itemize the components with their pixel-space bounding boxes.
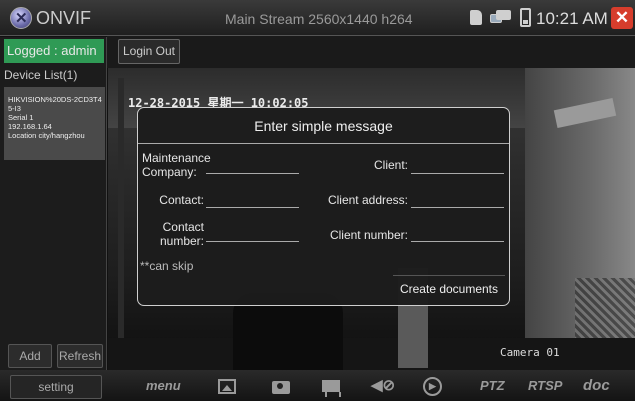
ptz-button[interactable]: PTZ xyxy=(480,376,505,396)
sd-card-icon xyxy=(470,10,482,25)
contact-input[interactable] xyxy=(206,192,299,208)
app-title: ONVIF xyxy=(36,8,92,28)
client-input[interactable] xyxy=(411,158,504,174)
add-button[interactable]: Add xyxy=(8,344,52,368)
client-address-label: Client address: xyxy=(327,193,408,207)
video-beam xyxy=(118,78,124,368)
menu-button[interactable]: menu xyxy=(146,376,181,396)
contact-label: Contact: xyxy=(159,193,204,207)
close-button[interactable]: ✕ xyxy=(611,7,633,29)
device-location: Location city/hangzhou xyxy=(8,131,85,140)
rtsp-button[interactable]: RTSP xyxy=(528,376,562,396)
top-bar: ONVIF Main Stream 2560x1440 h264 10:21 A… xyxy=(0,0,635,36)
osd-camera-label: Camera 01 xyxy=(500,346,560,359)
clock: 10:21 AM xyxy=(536,9,608,28)
login-out-button[interactable]: Login Out xyxy=(118,39,180,64)
simple-message-dialog: Enter simple message Maintenance Company… xyxy=(137,107,510,306)
bottom-bar: setting menu ◀⊘ ▶ PTZ RTSP doc xyxy=(0,370,635,401)
record-icon[interactable] xyxy=(322,380,341,397)
maintenance-company-input[interactable] xyxy=(206,158,299,174)
client-number-label: Client number: xyxy=(329,228,408,242)
doc-button[interactable]: doc xyxy=(583,376,610,396)
create-documents-button[interactable]: Create documents xyxy=(393,275,505,301)
device-ip: 192.168.1.64 xyxy=(8,122,52,131)
mute-icon[interactable]: ◀⊘ xyxy=(371,376,395,396)
logged-status: Logged : admin xyxy=(4,39,104,63)
onvif-logo-icon xyxy=(10,7,32,29)
dialog-title: Enter simple message xyxy=(138,108,509,144)
refresh-button[interactable]: Refresh xyxy=(57,344,103,368)
contact-number-label: Contact number: xyxy=(159,220,204,248)
device-list-item[interactable]: HIKVISION%20DS-2CD3T45-I3 Serial 1 192.1… xyxy=(4,87,105,160)
toolbar: Login Out xyxy=(107,36,635,68)
picture-icon[interactable] xyxy=(218,379,236,394)
setting-button[interactable]: setting xyxy=(10,375,102,399)
client-label: Client: xyxy=(373,158,408,172)
network-icon xyxy=(490,10,512,25)
play-icon[interactable]: ▶ xyxy=(423,377,442,396)
device-list-label: Device List(1) xyxy=(4,68,78,82)
stream-info: Main Stream 2560x1440 h264 xyxy=(225,11,413,27)
camera-snapshot-icon[interactable] xyxy=(272,381,290,394)
client-address-input[interactable] xyxy=(411,192,504,208)
device-name: HIKVISION%20DS-2CD3T45-I3 xyxy=(8,95,102,113)
skip-note: **can skip xyxy=(140,259,194,273)
contact-number-input[interactable] xyxy=(206,226,299,242)
device-serial: Serial 1 xyxy=(8,113,34,122)
client-number-input[interactable] xyxy=(411,226,504,242)
sidebar: Logged : admin Device List(1) HIKVISION%… xyxy=(0,37,107,370)
battery-icon xyxy=(520,8,531,27)
